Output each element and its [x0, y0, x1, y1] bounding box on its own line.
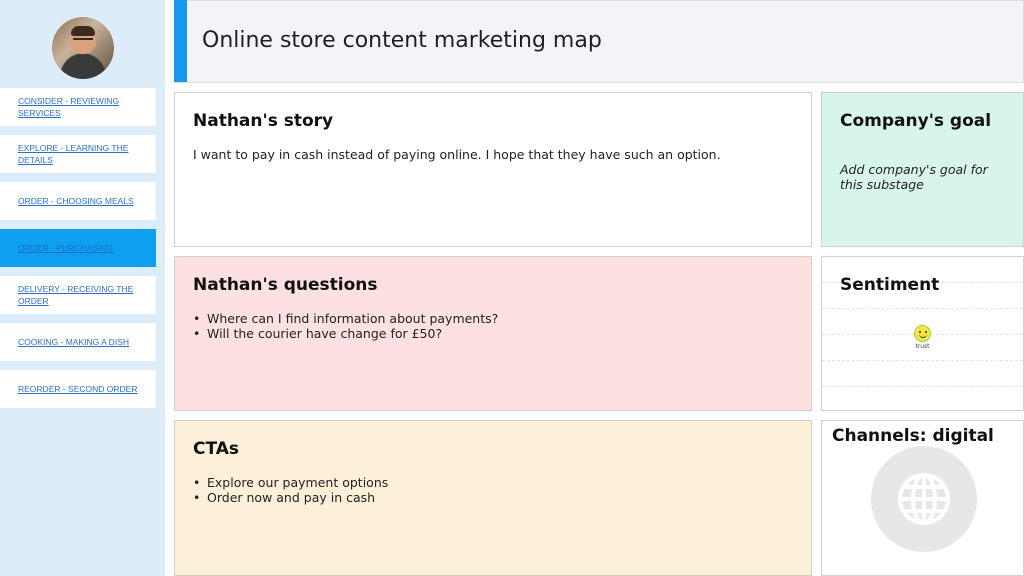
- sidebar-item-order-choosing[interactable]: ORDER - CHOOSING MEALS: [0, 182, 156, 220]
- globe-icon[interactable]: [871, 446, 977, 552]
- avatar-glasses: [73, 38, 93, 43]
- sidebar-item-delivery[interactable]: DELIVERY - RECEIVING THE ORDER: [0, 276, 156, 314]
- globe-icon-graphic: [898, 473, 950, 525]
- sidebar-item-order-purchasing[interactable]: ORDER - PURCHASING: [0, 229, 156, 267]
- sidebar-item-cooking[interactable]: COOKING - MAKING A DISH: [0, 323, 156, 361]
- question-item: Will the courier have change for £50?: [193, 326, 793, 341]
- ctas-title: CTAs: [193, 439, 240, 459]
- sentiment-emoji-label: trust: [915, 343, 930, 350]
- avatar-hair: [71, 26, 95, 36]
- questions-list: Where can I find information about payme…: [193, 311, 793, 341]
- sentiment-gridline: [822, 386, 1023, 387]
- cta-item: Order now and pay in cash: [193, 490, 793, 505]
- cta-item: Explore our payment options: [193, 475, 793, 490]
- smiley-face-icon[interactable]: [914, 325, 931, 342]
- sidebar-item-explore[interactable]: EXPLORE - LEARNING THE DETAILS: [0, 135, 156, 173]
- sentiment-gridline: [822, 360, 1023, 361]
- questions-title: Nathan's questions: [193, 275, 378, 295]
- story-title: Nathan's story: [193, 111, 334, 131]
- ctas-list: Explore our payment options Order now an…: [193, 475, 793, 505]
- sentiment-gridline: [822, 308, 1023, 309]
- sidebar-item-consider[interactable]: CONSIDER - REVIEWING SERVICES: [0, 88, 156, 126]
- smiley-mouth: [919, 333, 927, 338]
- header-accent-bar: [174, 0, 187, 82]
- sidebar-item-reorder[interactable]: REORDER - SECOND ORDER: [0, 370, 156, 408]
- sentiment-title: Sentiment: [840, 275, 940, 295]
- goal-text[interactable]: Add company's goal for this substage: [840, 162, 1010, 192]
- page-title: Online store content marketing map: [202, 28, 602, 53]
- channels-title: Channels: digital: [832, 426, 994, 446]
- story-text: I want to pay in cash instead of paying …: [193, 147, 721, 162]
- goal-title: Company's goal: [840, 111, 992, 131]
- question-item: Where can I find information about payme…: [193, 311, 793, 326]
- avatar[interactable]: [52, 17, 114, 79]
